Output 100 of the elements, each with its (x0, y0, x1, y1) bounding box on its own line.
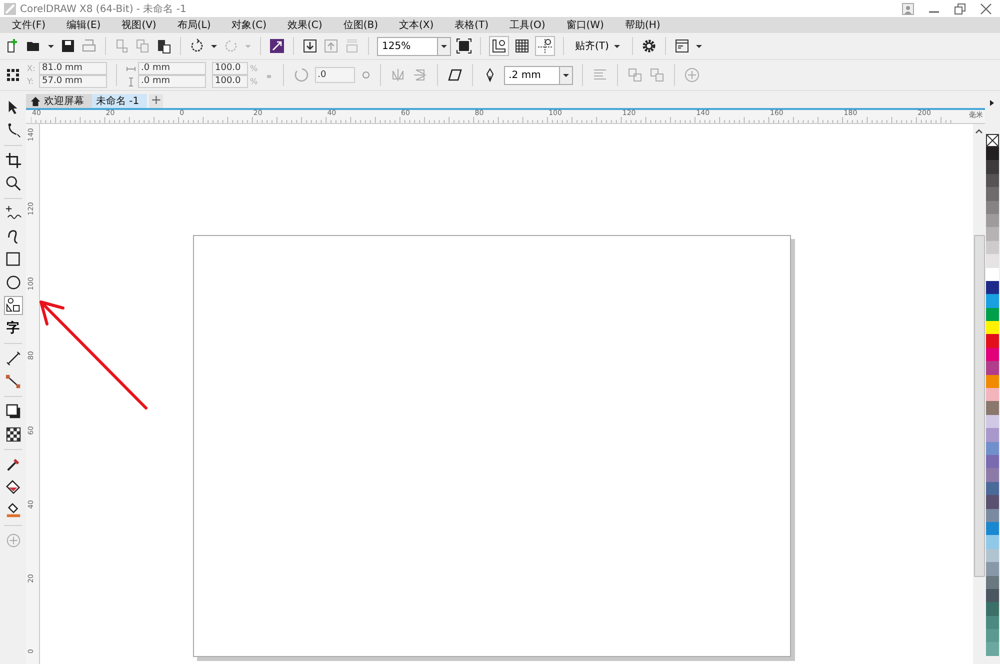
degree-icon (360, 70, 371, 80)
rotation-field[interactable]: .0 (314, 67, 355, 83)
color-swatch[interactable] (986, 334, 998, 348)
save-icon[interactable] (60, 38, 76, 54)
color-swatch[interactable] (986, 321, 998, 334)
connector-icon[interactable] (4, 373, 22, 390)
restore-icon[interactable] (954, 2, 966, 14)
paste-icon[interactable] (156, 38, 172, 54)
color-swatch[interactable] (986, 227, 998, 241)
color-swatch[interactable] (986, 616, 998, 630)
caret-icon[interactable] (988, 99, 996, 107)
basic-shapes-icon[interactable] (4, 297, 22, 314)
color-swatch[interactable] (986, 482, 998, 496)
color-swatch[interactable] (986, 495, 998, 509)
scrollbar-thumb[interactable] (974, 235, 984, 577)
width-field[interactable]: .0 mm (138, 62, 206, 75)
color-swatch[interactable] (986, 442, 998, 455)
color-swatch[interactable] (986, 308, 998, 322)
color-swatch[interactable] (986, 548, 998, 562)
freehand-icon[interactable] (4, 205, 22, 222)
color-swatch[interactable] (986, 200, 998, 214)
caret-icon[interactable] (47, 42, 55, 50)
document-tab[interactable]: 欢迎屏幕 (26, 94, 92, 108)
menu-item[interactable]: 位图(B) (337, 18, 384, 32)
object-origin-icon[interactable] (5, 67, 21, 83)
close-icon[interactable] (980, 2, 992, 14)
no-color-swatch[interactable] (986, 134, 998, 147)
color-swatch[interactable] (986, 280, 998, 294)
menu-item[interactable]: 文件(F) (6, 18, 52, 32)
color-swatch[interactable] (986, 374, 998, 388)
zoom-icon[interactable] (4, 175, 22, 192)
caret-icon[interactable] (210, 42, 218, 50)
full-screen-icon[interactable] (456, 38, 472, 54)
color-swatch[interactable] (986, 522, 998, 536)
import-icon[interactable] (302, 38, 318, 54)
color-swatch[interactable] (986, 454, 998, 468)
menu-item[interactable]: 表格(T) (448, 18, 495, 32)
parallelogram-icon[interactable] (446, 67, 463, 83)
scale-y-field[interactable]: 100.0 (212, 75, 248, 88)
menu-item[interactable]: 布局(L) (171, 18, 217, 32)
menu-item[interactable]: 窗口(W) (560, 18, 610, 32)
color-swatch[interactable] (986, 214, 998, 228)
undo-icon[interactable] (189, 38, 205, 54)
color-swatch[interactable] (986, 348, 998, 362)
menu-item[interactable]: 对象(C) (226, 18, 273, 32)
crop-icon[interactable] (4, 152, 22, 169)
color-swatch[interactable] (986, 254, 998, 268)
guidelines-icon[interactable] (535, 36, 555, 56)
color-swatch[interactable] (986, 174, 998, 188)
color-swatch[interactable] (986, 147, 998, 160)
text-tool-glyph[interactable]: 字 (6, 320, 20, 336)
rectangle-icon[interactable] (4, 251, 22, 268)
menu-item[interactable]: 编辑(E) (60, 18, 107, 32)
color-swatch[interactable] (986, 588, 998, 602)
dimension-line-icon[interactable] (4, 350, 22, 367)
menu-item[interactable]: 视图(V) (116, 18, 162, 32)
x-position-field[interactable]: 81.0 mm (39, 62, 107, 75)
menu-item[interactable]: 效果(C) (282, 18, 328, 32)
checkerboard-icon[interactable] (4, 426, 22, 443)
color-swatch[interactable] (986, 361, 998, 375)
color-swatch[interactable] (986, 388, 998, 402)
outline-pen-icon[interactable] (4, 502, 22, 519)
scale-x-field[interactable]: 100.0 (212, 62, 248, 75)
document-tab[interactable]: 未命名 -1 (92, 94, 148, 108)
outline-width-dropdown[interactable]: .2 mm (504, 66, 573, 84)
menu-item[interactable]: 工具(O) (504, 18, 552, 32)
color-swatch[interactable] (986, 187, 998, 201)
color-swatch[interactable] (986, 602, 998, 616)
zoom-level-dropdown[interactable]: 125% (377, 36, 451, 56)
color-swatch[interactable] (986, 508, 998, 522)
y-position-field[interactable]: 57.0 mm (39, 75, 107, 88)
color-swatch[interactable] (986, 240, 998, 254)
eyedropper-icon[interactable] (4, 456, 22, 473)
height-field[interactable]: .0 mm (138, 75, 206, 88)
color-swatch[interactable] (986, 562, 998, 576)
settings-icon[interactable] (640, 38, 657, 54)
paint-bucket-icon[interactable] (4, 479, 22, 496)
grid-icon[interactable] (514, 38, 530, 54)
add-tab-button[interactable]: + (149, 94, 164, 108)
window-layout-icon[interactable] (674, 38, 690, 54)
color-swatch[interactable] (986, 642, 998, 656)
launcher-icon[interactable] (269, 38, 285, 54)
menu-item[interactable]: 文本(X) (392, 18, 440, 32)
color-swatch[interactable] (986, 268, 998, 281)
menu-item[interactable]: 帮助(H) (618, 18, 666, 32)
snap-dropdown[interactable]: 贴齐(T) (572, 39, 624, 53)
color-swatch[interactable] (986, 535, 998, 549)
drop-shadow-icon[interactable] (4, 403, 22, 420)
color-swatch[interactable] (986, 428, 998, 442)
caret-icon[interactable] (694, 42, 703, 50)
color-swatch[interactable] (986, 629, 998, 642)
rulers-icon[interactable] (489, 36, 509, 56)
color-swatch[interactable] (986, 468, 998, 482)
color-swatch[interactable] (986, 401, 998, 415)
color-swatch[interactable] (986, 160, 998, 174)
color-swatch[interactable] (986, 414, 998, 428)
color-swatch[interactable] (986, 576, 998, 589)
user-icon[interactable] (902, 2, 914, 14)
ellipse-icon[interactable] (4, 274, 22, 291)
color-swatch[interactable] (986, 294, 998, 308)
